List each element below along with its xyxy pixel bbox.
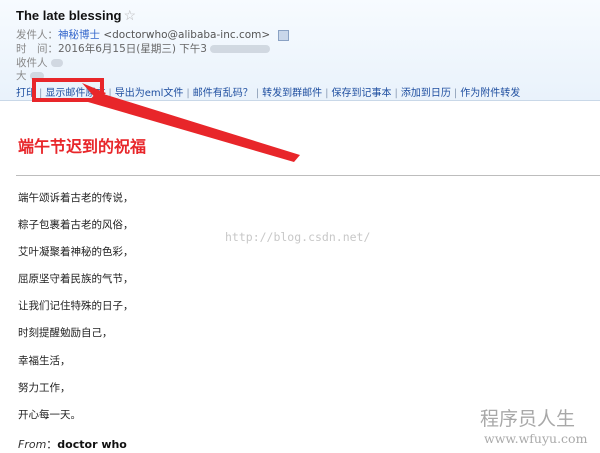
site-logo: 程序员人生 xyxy=(480,408,576,430)
watermark-url: http://blog.csdn.net/ xyxy=(225,230,371,244)
poem-line: 努力工作， xyxy=(18,382,71,394)
poem-line: 让我们记住特殊的日子， xyxy=(18,300,134,312)
from-signature: From：doctor who xyxy=(18,436,127,452)
from-label: From xyxy=(18,438,47,451)
annotation-arrow xyxy=(82,83,300,162)
email-body-title: 端午节迟到的祝福 xyxy=(18,137,147,156)
from-separator: ： xyxy=(46,438,58,451)
from-sender: doctor who xyxy=(57,438,127,451)
site-url: www.wfuyu.com xyxy=(484,431,588,446)
poem-line: 端午颂诉着古老的传说， xyxy=(18,192,134,204)
poem-line: 艾叶凝聚着神秘的色彩， xyxy=(18,246,134,258)
poem-line: 时刻提醒勉励自己， xyxy=(18,327,113,339)
content-divider xyxy=(16,175,600,176)
poem-line: 屈原坚守着民族的气节， xyxy=(18,273,134,285)
poem-line: 幸福生活， xyxy=(18,355,71,367)
poem-line: 粽子包裹着古老的风俗， xyxy=(18,219,134,231)
poem-line: 开心每一天。 xyxy=(18,409,81,421)
